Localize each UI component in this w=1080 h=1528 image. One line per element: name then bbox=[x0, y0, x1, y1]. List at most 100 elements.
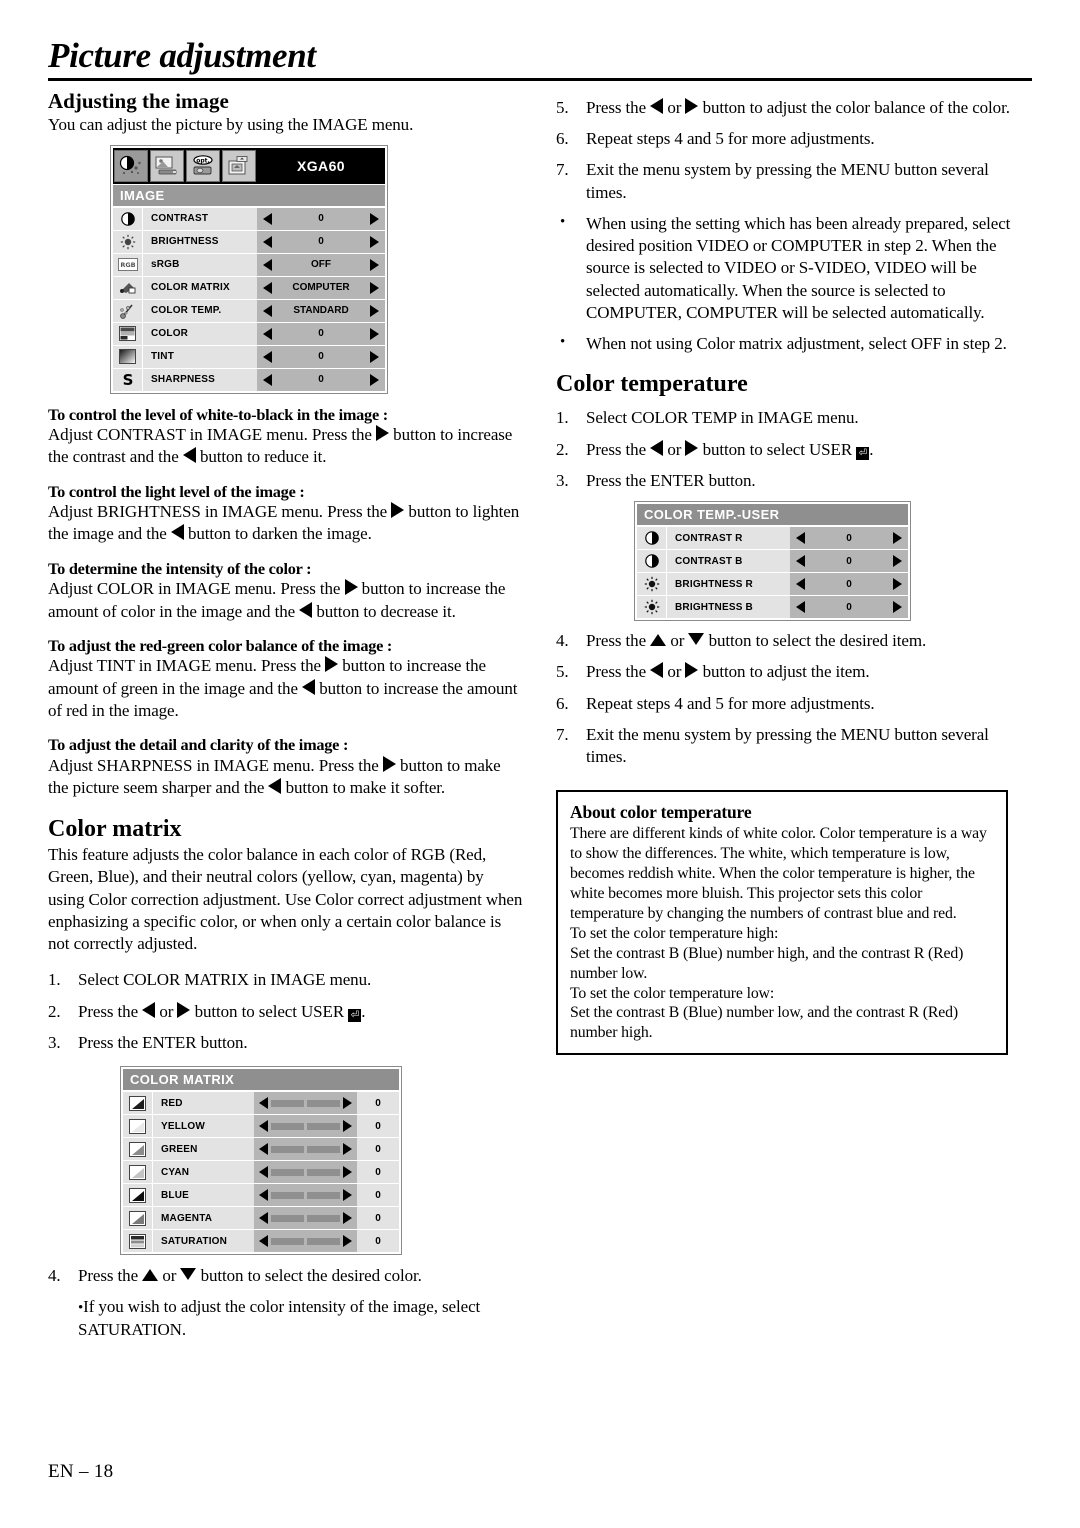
row-value-control[interactable]: 0 bbox=[257, 322, 385, 345]
menu-row-yellow[interactable]: YELLOW 0 bbox=[123, 1115, 399, 1138]
slider-track[interactable] bbox=[307, 1145, 340, 1153]
image-tab[interactable] bbox=[114, 149, 148, 182]
slider-track[interactable] bbox=[307, 1099, 340, 1107]
menu-row-cyan[interactable]: CYAN 0 bbox=[123, 1161, 399, 1184]
menu-row-sharpness[interactable]: S SHARPNESS 0 bbox=[113, 368, 385, 391]
left-arrow-icon[interactable] bbox=[263, 212, 272, 225]
menu-row-magenta[interactable]: MAGENTA 0 bbox=[123, 1207, 399, 1230]
right-arrow-icon[interactable] bbox=[343, 1166, 352, 1179]
menu-row-color-matrix[interactable]: COLOR MATRIX COMPUTER bbox=[113, 276, 385, 299]
menu-row-brightness-b[interactable]: BRIGHTNESS B 0 bbox=[637, 596, 908, 619]
left-arrow-icon[interactable] bbox=[259, 1235, 268, 1248]
left-arrow-icon[interactable] bbox=[259, 1189, 268, 1202]
right-arrow-icon[interactable] bbox=[893, 578, 902, 591]
slider-track[interactable] bbox=[307, 1237, 340, 1245]
right-arrow-icon[interactable] bbox=[370, 350, 379, 363]
option-tab[interactable]: opt. bbox=[186, 149, 220, 182]
menu-row-tint[interactable]: TINT 0 bbox=[113, 345, 385, 368]
row-value-control[interactable]: 0 bbox=[790, 550, 908, 573]
left-arrow-icon[interactable] bbox=[259, 1166, 268, 1179]
row-value-control[interactable]: 0 bbox=[257, 345, 385, 368]
slider-track[interactable] bbox=[271, 1191, 304, 1199]
row-value-control[interactable]: 0 bbox=[257, 230, 385, 253]
slider-track[interactable] bbox=[307, 1168, 340, 1176]
row-slider[interactable] bbox=[254, 1092, 357, 1115]
row-label: COLOR MATRIX bbox=[143, 276, 257, 299]
slider-track[interactable] bbox=[271, 1145, 304, 1153]
left-arrow-icon[interactable] bbox=[259, 1120, 268, 1133]
menu-row-saturation[interactable]: SATURATION 0 bbox=[123, 1230, 399, 1253]
menu-row-contrast-b[interactable]: CONTRAST B 0 bbox=[637, 550, 908, 573]
right-arrow-icon[interactable] bbox=[893, 532, 902, 545]
about-box-paragraph: There are different kinds of white color… bbox=[570, 825, 987, 922]
menu-row-color-temp[interactable]: COLOR TEMP. STANDARD bbox=[113, 299, 385, 322]
menu-row-brightness-r[interactable]: BRIGHTNESS R 0 bbox=[637, 573, 908, 596]
left-arrow-icon[interactable] bbox=[796, 532, 805, 545]
right-arrow-icon[interactable] bbox=[370, 212, 379, 225]
left-arrow-icon[interactable] bbox=[796, 601, 805, 614]
step-item: 4. Press the or button to select the desi… bbox=[48, 1265, 524, 1287]
menu-row-contrast-r[interactable]: CONTRAST R 0 bbox=[637, 527, 908, 550]
right-arrow-icon[interactable] bbox=[370, 327, 379, 340]
left-arrow-icon[interactable] bbox=[263, 235, 272, 248]
right-arrow-icon[interactable] bbox=[893, 555, 902, 568]
row-value-control[interactable]: 0 bbox=[257, 207, 385, 230]
row-value-control[interactable]: COMPUTER bbox=[257, 276, 385, 299]
left-arrow-icon[interactable] bbox=[259, 1212, 268, 1225]
menu-row-srgb[interactable]: RGB sRGB OFF bbox=[113, 253, 385, 276]
left-arrow-icon[interactable] bbox=[796, 578, 805, 591]
right-arrow-icon[interactable] bbox=[343, 1097, 352, 1110]
row-value-control[interactable]: 0 bbox=[790, 527, 908, 550]
left-arrow-icon[interactable] bbox=[263, 350, 272, 363]
left-arrow-icon[interactable] bbox=[263, 281, 272, 294]
menu-row-red[interactable]: RED 0 bbox=[123, 1092, 399, 1115]
menu-row-green[interactable]: GREEN 0 bbox=[123, 1138, 399, 1161]
about-color-temperature-box: About color temperature There are differ… bbox=[556, 790, 1008, 1056]
slider-track[interactable] bbox=[271, 1168, 304, 1176]
slider-track[interactable] bbox=[271, 1237, 304, 1245]
menu-row-color[interactable]: COLOR 0 bbox=[113, 322, 385, 345]
right-arrow-icon[interactable] bbox=[343, 1189, 352, 1202]
left-arrow-icon[interactable] bbox=[263, 327, 272, 340]
right-arrow-icon[interactable] bbox=[343, 1235, 352, 1248]
signal-tab[interactable] bbox=[222, 149, 256, 182]
row-slider[interactable] bbox=[254, 1184, 357, 1207]
installation-tab[interactable] bbox=[150, 149, 184, 182]
row-value-control[interactable]: 0 bbox=[790, 573, 908, 596]
right-arrow-icon[interactable] bbox=[370, 304, 379, 317]
left-arrow-icon[interactable] bbox=[796, 555, 805, 568]
right-arrow-icon[interactable] bbox=[343, 1120, 352, 1133]
left-arrow-icon[interactable] bbox=[259, 1143, 268, 1156]
left-arrow-icon[interactable] bbox=[263, 304, 272, 317]
slider-track[interactable] bbox=[307, 1214, 340, 1222]
slider-track[interactable] bbox=[307, 1122, 340, 1130]
row-slider[interactable] bbox=[254, 1138, 357, 1161]
right-arrow-icon[interactable] bbox=[343, 1143, 352, 1156]
step-text: Exit the menu system by pressing the MEN… bbox=[586, 160, 989, 202]
menu-row-contrast[interactable]: CONTRAST 0 bbox=[113, 207, 385, 230]
right-arrow-icon[interactable] bbox=[370, 373, 379, 386]
left-arrow-icon[interactable] bbox=[263, 258, 272, 271]
right-arrow-icon[interactable] bbox=[893, 601, 902, 614]
slider-track[interactable] bbox=[271, 1214, 304, 1222]
right-arrow-icon[interactable] bbox=[370, 281, 379, 294]
slider-track[interactable] bbox=[271, 1099, 304, 1107]
row-value-control[interactable]: 0 bbox=[790, 596, 908, 619]
row-value-control[interactable]: OFF bbox=[257, 253, 385, 276]
right-arrow-icon[interactable] bbox=[370, 258, 379, 271]
slider-track[interactable] bbox=[271, 1122, 304, 1130]
row-slider[interactable] bbox=[254, 1115, 357, 1138]
left-arrow-icon[interactable] bbox=[259, 1097, 268, 1110]
row-slider[interactable] bbox=[254, 1161, 357, 1184]
row-slider[interactable] bbox=[254, 1207, 357, 1230]
left-arrow-icon[interactable] bbox=[263, 373, 272, 386]
row-value-control[interactable]: 0 bbox=[257, 368, 385, 391]
right-arrow-icon[interactable] bbox=[343, 1212, 352, 1225]
right-arrow-icon[interactable] bbox=[370, 235, 379, 248]
row-slider[interactable] bbox=[254, 1230, 357, 1253]
slider-track[interactable] bbox=[307, 1191, 340, 1199]
menu-row-blue[interactable]: BLUE 0 bbox=[123, 1184, 399, 1207]
step-number: 3. bbox=[48, 1032, 61, 1052]
row-value-control[interactable]: STANDARD bbox=[257, 299, 385, 322]
menu-row-brightness[interactable]: BRIGHTNESS 0 bbox=[113, 230, 385, 253]
